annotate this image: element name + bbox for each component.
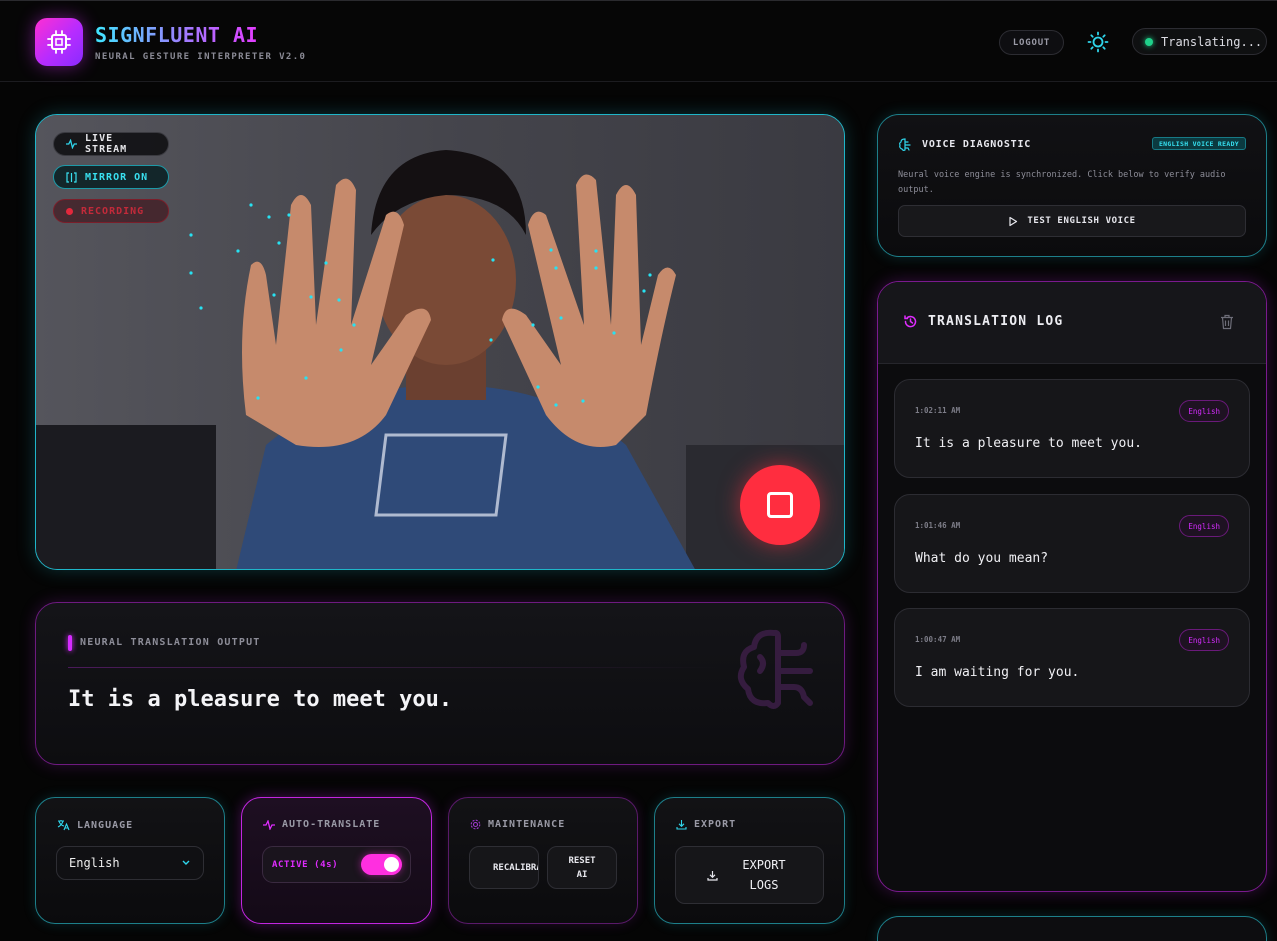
auto-translate-status: ACTIVE (4s) [272, 859, 339, 870]
sun-icon[interactable] [1087, 31, 1109, 53]
history-icon [904, 315, 917, 328]
language-title-text: LANGUAGE [77, 819, 134, 831]
brand-title: SIGNFLUENT AI [95, 23, 259, 47]
export-logs-label: EXPORT LOGS [742, 858, 786, 892]
download-icon [676, 820, 687, 830]
translation-output-panel: NEURAL TRANSLATION OUTPUT It is a pleasu… [35, 602, 845, 765]
logout-button[interactable]: LOGOUT [999, 30, 1064, 55]
stop-recording-button[interactable] [740, 465, 820, 545]
test-voice-button[interactable]: TEST ENGLISH VOICE [898, 205, 1246, 237]
voice-title: VOICE DIAGNOSTIC [898, 137, 1031, 152]
auto-translate-card: AUTO-TRANSLATE ACTIVE (4s) [241, 797, 432, 924]
status-dot-icon [1145, 37, 1153, 46]
export-title-text: EXPORT [694, 819, 737, 830]
toggle-knob [384, 857, 399, 872]
stop-icon [767, 492, 793, 518]
divider [68, 667, 718, 668]
trash-icon[interactable] [1220, 314, 1234, 330]
log-entry-lang-badge: English [1179, 515, 1229, 537]
test-voice-label: TEST ENGLISH VOICE [1027, 216, 1136, 226]
language-card: LANGUAGE English [35, 797, 225, 924]
log-entry-time: 1:01:46 AM [915, 521, 961, 530]
export-logs-button[interactable]: EXPORT LOGS [675, 846, 824, 904]
camera-feed: LIVE STREAM MIRROR ON RECORDING [35, 114, 845, 570]
reset-ai-button[interactable]: RESET AI [547, 846, 617, 889]
record-dot-icon [66, 207, 73, 215]
log-entry-time: 1:02:11 AM [915, 406, 961, 415]
mirror-icon [66, 171, 77, 183]
chevron-down-icon [182, 860, 190, 865]
brain-icon [737, 629, 813, 709]
export-title: EXPORT [676, 819, 736, 830]
maintenance-card: MAINTENANCE RECALIBRA RESET AI [448, 797, 638, 924]
download-icon [707, 870, 718, 881]
output-label: NEURAL TRANSLATION OUTPUT [80, 637, 261, 648]
chip-logo-icon [35, 18, 83, 66]
maintenance-title: MAINTENANCE [470, 819, 565, 830]
voice-ready-badge: ENGLISH VOICE READY [1151, 137, 1246, 150]
brain-icon [899, 138, 911, 151]
log-title-text: TRANSLATION LOG [928, 314, 1064, 329]
play-icon [1009, 216, 1018, 226]
voice-title-text: VOICE DIAGNOSTIC [922, 139, 1032, 150]
log-entry[interactable]: 1:01:46 AM English What do you mean? [894, 494, 1250, 593]
lower-panel [877, 916, 1267, 941]
log-header: TRANSLATION LOG [878, 282, 1266, 364]
voice-description: Neural voice engine is synchronized. Cli… [898, 170, 1226, 195]
language-select[interactable]: English [56, 846, 204, 880]
maintenance-title-text: MAINTENANCE [488, 819, 566, 830]
recording-badge: RECORDING [53, 199, 169, 223]
log-entry-lang-badge: English [1179, 629, 1229, 651]
export-card: EXPORT EXPORT LOGS [654, 797, 845, 924]
log-entry-text: It is a pleasure to meet you. [915, 436, 1142, 451]
app-header: SIGNFLUENT AI NEURAL GESTURE INTERPRETER… [0, 0, 1277, 82]
translation-log-panel: TRANSLATION LOG 1:02:11 AM English It is… [877, 281, 1267, 892]
log-entry-time: 1:00:47 AM [915, 635, 961, 644]
language-title: LANGUAGE [57, 819, 133, 831]
recalibrate-button[interactable]: RECALIBRA [469, 846, 539, 889]
log-entry-text: I am waiting for you. [915, 665, 1080, 680]
log-entry-text: What do you mean? [915, 551, 1049, 566]
mirror-label: MIRROR ON [85, 171, 149, 183]
log-title: TRANSLATION LOG [903, 314, 1063, 329]
log-entry[interactable]: 1:00:47 AM English I am waiting for you. [894, 608, 1250, 707]
voice-diagnostic-panel: VOICE DIAGNOSTIC ENGLISH VOICE READY Neu… [877, 114, 1267, 257]
activity-icon [66, 139, 78, 149]
translate-icon [57, 820, 70, 831]
activity-icon [263, 819, 275, 830]
auto-translate-title: AUTO-TRANSLATE [263, 819, 380, 830]
log-entry-lang-badge: English [1179, 400, 1229, 422]
auto-translate-toggle[interactable] [361, 854, 402, 875]
status-text: Translating... [1161, 34, 1263, 49]
recording-label: RECORDING [81, 205, 145, 217]
accent-bar [68, 635, 72, 651]
auto-translate-title-text: AUTO-TRANSLATE [282, 819, 381, 830]
gear-icon [470, 819, 481, 830]
auto-translate-row: ACTIVE (4s) [262, 846, 411, 883]
mirror-toggle[interactable]: MIRROR ON [53, 165, 169, 189]
translation-text: It is a pleasure to meet you. [68, 687, 453, 712]
log-entry[interactable]: 1:02:11 AM English It is a pleasure to m… [894, 379, 1250, 478]
live-stream-label: LIVE STREAM [85, 133, 128, 155]
language-selected: English [69, 856, 120, 870]
live-stream-badge: LIVE STREAM [53, 132, 169, 156]
status-badge: Translating... [1132, 28, 1267, 55]
brand-tagline: NEURAL GESTURE INTERPRETER V2.0 [95, 52, 307, 62]
